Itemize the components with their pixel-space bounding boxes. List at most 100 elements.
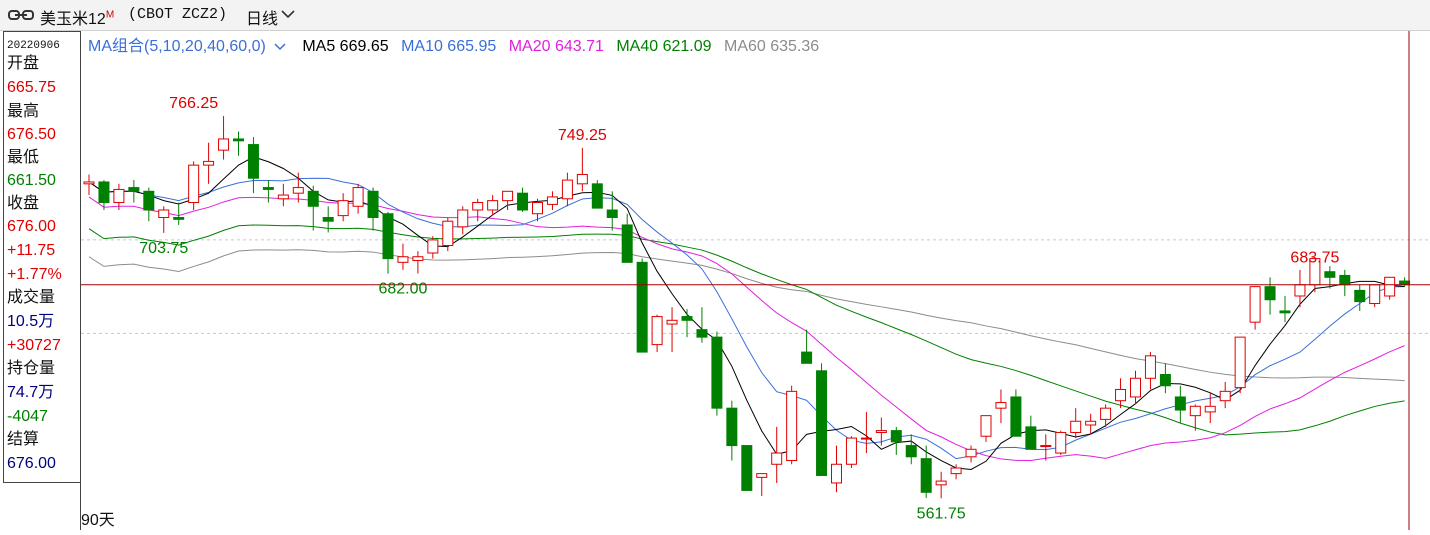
- ma-group-label[interactable]: MA组合(5,10,20,40,60,0): [88, 38, 266, 55]
- candle-body: [696, 329, 708, 338]
- ma10-value: MA10 665.95: [401, 38, 497, 55]
- ma20-line: [88, 196, 1405, 462]
- low-annotation: 682.00: [378, 281, 427, 298]
- low-annotation: 561.75: [917, 505, 966, 522]
- candle-body: [233, 138, 244, 142]
- candle-body: [1130, 377, 1141, 398]
- close-label: 收盘: [7, 195, 40, 212]
- close-value: 676.00: [7, 218, 56, 235]
- candle-body: [771, 452, 783, 465]
- open-interest-label: 持仓量: [7, 360, 56, 377]
- ma60-line: [88, 249, 1405, 382]
- candle-body: [666, 319, 678, 325]
- candle-body: [860, 437, 872, 440]
- volume-change: +30727: [7, 337, 61, 354]
- candle-body: [113, 188, 125, 204]
- candle-body: [262, 187, 274, 190]
- candle-body: [1219, 390, 1231, 402]
- candle-body: [1040, 445, 1052, 448]
- candle-body: [1055, 431, 1067, 454]
- link-icon[interactable]: [8, 8, 34, 22]
- candle-body: [905, 445, 917, 458]
- candle-body: [532, 202, 543, 215]
- candle-body: [337, 200, 349, 217]
- candle-body: [158, 209, 170, 218]
- period-selector[interactable]: 日线: [246, 5, 278, 29]
- high-annotation: 749.25: [558, 127, 607, 144]
- candle-body: [1234, 336, 1246, 389]
- candle-body: [726, 407, 738, 447]
- instrument-name: 美玉米12M: [40, 9, 115, 28]
- volume-label: 成交量: [7, 289, 56, 306]
- candle-body: [1294, 284, 1306, 297]
- candle-body: [397, 256, 409, 263]
- candle-body: [561, 179, 573, 200]
- ma40-value: MA40 621.09: [616, 38, 712, 55]
- candle-body: [292, 187, 304, 194]
- chevron-down-icon[interactable]: [274, 42, 286, 52]
- candle-body: [1174, 396, 1186, 411]
- high-value: 676.50: [7, 126, 56, 143]
- candle-body: [517, 192, 529, 211]
- candle-body: [1010, 396, 1022, 437]
- main-contract-badge: M: [105, 9, 115, 21]
- candle-body: [472, 202, 484, 211]
- candle-body: [1159, 374, 1171, 387]
- candle-body: [98, 181, 110, 204]
- candle-body: [502, 190, 514, 202]
- candle-body: [920, 458, 932, 493]
- candle-body: [1339, 274, 1351, 286]
- kline-chart[interactable]: 766.25 703.75 682.00 749.25 561.75 683.75: [80, 31, 1430, 530]
- candle-body: [203, 160, 215, 166]
- candle-body: [965, 448, 977, 458]
- candle-body: [741, 445, 753, 491]
- candle-body: [1144, 355, 1156, 379]
- candle-body: [1189, 405, 1201, 417]
- low-annotation: 703.75: [139, 240, 188, 257]
- low-label: 最低: [7, 149, 40, 166]
- candle-body: [128, 187, 140, 192]
- candle-body: [1399, 280, 1411, 286]
- candle-body: [247, 144, 259, 179]
- candle-body: [188, 164, 200, 204]
- high-annotation: 766.25: [169, 95, 218, 112]
- candle-body: [442, 220, 454, 247]
- settle-value: 676.00: [7, 455, 56, 472]
- candle-body: [995, 402, 1007, 409]
- candle-body: [1249, 286, 1261, 323]
- low-value: 661.50: [7, 172, 56, 189]
- candle-body: [890, 430, 902, 443]
- candle-body: [816, 370, 828, 476]
- candle-body: [845, 437, 857, 465]
- high-annotation: 683.75: [1290, 249, 1339, 266]
- candle-body: [875, 430, 887, 433]
- candle-body: [307, 190, 319, 207]
- candle-body: [1354, 289, 1366, 303]
- candle-body: [1070, 420, 1082, 433]
- instrument-code: (CBOT ZCZ2): [128, 6, 228, 23]
- chevron-down-icon[interactable]: [281, 9, 295, 19]
- range-days[interactable]: 90天: [81, 506, 115, 530]
- candle-body: [801, 351, 813, 364]
- candle-body: [651, 316, 663, 346]
- candle-body: [606, 209, 618, 218]
- open-interest-value: 74.7万: [7, 384, 55, 401]
- candle-body: [352, 187, 364, 207]
- candle-body: [1100, 407, 1112, 420]
- open-interest-change: -4047: [7, 408, 48, 425]
- candle-body: [277, 194, 289, 200]
- candle-body: [681, 316, 693, 321]
- candle-body: [218, 138, 230, 151]
- ma20-value: MA20 643.71: [508, 38, 604, 55]
- candlestick-plot[interactable]: 766.25 703.75 682.00 749.25 561.75 683.75: [81, 31, 1430, 530]
- candle-body: [621, 224, 633, 263]
- candle-body: [1279, 310, 1291, 314]
- open-label: 开盘: [7, 55, 40, 72]
- quote-info-panel: 20220906 开盘 665.75 最高 676.50 最低 661.50 收…: [3, 31, 81, 483]
- candle-body: [1324, 271, 1336, 278]
- ma60-value: MA60 635.36: [723, 38, 820, 55]
- candle-body: [950, 467, 962, 475]
- candle-body: [1204, 405, 1216, 413]
- candle-body: [786, 390, 798, 462]
- candle-body: [412, 256, 424, 261]
